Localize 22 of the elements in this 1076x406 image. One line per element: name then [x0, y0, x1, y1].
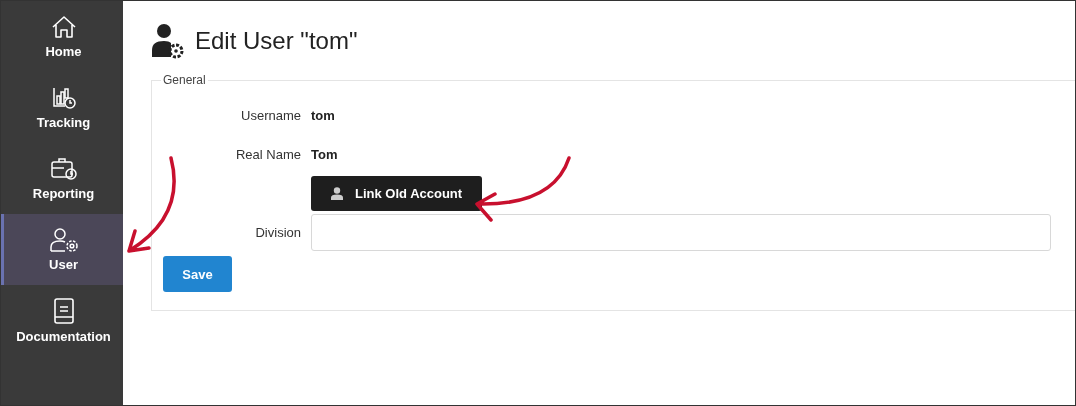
- user-gear-icon: [48, 227, 79, 253]
- division-input[interactable]: [311, 214, 1051, 251]
- section-legend: General: [161, 73, 208, 87]
- save-button[interactable]: Save: [163, 256, 232, 292]
- page-title: Edit User "tom": [195, 27, 358, 55]
- nav-item[interactable]: Reporting: [1, 143, 123, 214]
- link-account-button[interactable]: Link Old Account: [311, 175, 483, 211]
- nav-item[interactable]: Documentation: [1, 285, 123, 356]
- briefcase-clock-icon: [49, 156, 78, 182]
- field-label: Username: [240, 107, 301, 123]
- field-label: Real Name: [234, 146, 301, 162]
- house-icon: [50, 14, 77, 40]
- chart-clock-icon: [50, 85, 77, 111]
- nav-item[interactable]: Tracking: [1, 72, 123, 143]
- field-label: Division: [254, 225, 301, 240]
- nav-item[interactable]: User: [1, 214, 123, 285]
- user-gear-icon: [151, 23, 185, 59]
- book-icon: [51, 297, 76, 325]
- user-icon: [331, 186, 343, 200]
- nav-item[interactable]: Home: [1, 1, 123, 72]
- field-value: Tom: [311, 146, 338, 162]
- field-value: tom: [311, 107, 335, 123]
